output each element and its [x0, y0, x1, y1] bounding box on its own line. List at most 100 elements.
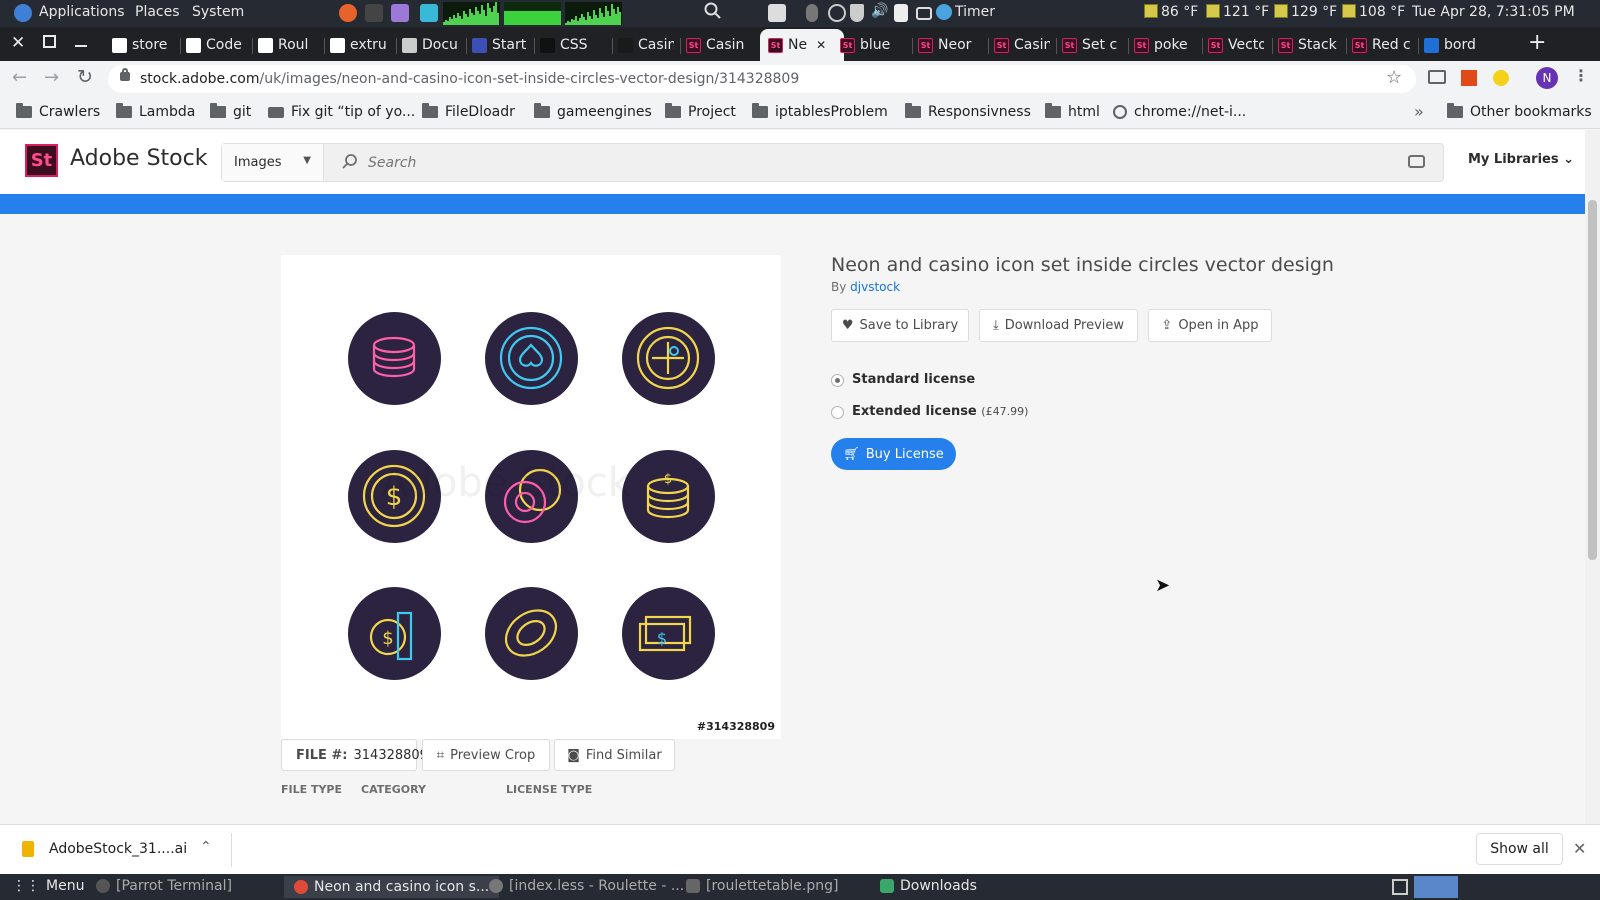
bookmark-item[interactable]: gameengines [534, 103, 652, 120]
download-item-name[interactable]: AdobeStock_31....ai [49, 841, 187, 857]
tab-2[interactable]: Code [186, 32, 246, 58]
save-to-library-button[interactable]: ♥ Save to Library [831, 309, 969, 342]
tab-12[interactable]: St Neor [918, 32, 980, 58]
camera-search-icon[interactable] [1408, 155, 1425, 168]
find-similar-button[interactable]: ◙ Find Similar [554, 739, 675, 771]
bookmark-item[interactable]: Responsivness [905, 103, 1031, 120]
bookmark-item[interactable]: Project [665, 103, 736, 120]
standard-license-radio[interactable] [831, 374, 844, 387]
clock[interactable]: Tue Apr 28, 7:31:05 PM [1412, 4, 1575, 20]
preview-crop-button[interactable]: ⌗ Preview Crop [422, 739, 550, 771]
minimize-window-icon[interactable] [75, 45, 87, 47]
timer-label[interactable]: Timer [955, 4, 995, 20]
parrot-logo-icon[interactable] [14, 4, 32, 22]
asset-preview[interactable]: $ $ $ $ Adobe Stock #314328809 [281, 255, 781, 739]
workspace-switcher[interactable] [1414, 876, 1458, 898]
new-tab-button[interactable]: + [1528, 30, 1546, 55]
tab-6[interactable]: Start [472, 32, 530, 58]
bookmark-item[interactable]: iptablesProblem [752, 103, 888, 120]
extension-red-icon[interactable] [1461, 70, 1477, 86]
asset-type-select[interactable]: Images ▼ [222, 144, 324, 181]
terminal-launcher-icon[interactable] [365, 4, 383, 22]
other-bookmarks[interactable]: Other bookmarks [1447, 103, 1592, 120]
search-icon[interactable] [704, 2, 722, 24]
menu-applications[interactable]: Applications [39, 4, 125, 20]
browser-menu-icon[interactable]: ⋮ [1573, 66, 1589, 85]
firefox-launcher-icon[interactable] [339, 4, 357, 22]
search-input[interactable] [368, 152, 1368, 174]
tab-16[interactable]: St Vecto [1208, 32, 1264, 58]
menu-system[interactable]: System [192, 4, 244, 20]
close-shelf-icon[interactable]: ✕ [1573, 839, 1586, 858]
editor-launcher-icon[interactable] [391, 4, 409, 22]
page-scrollbar[interactable] [1585, 130, 1600, 824]
chevron-up-icon[interactable]: ⌃ [200, 839, 212, 855]
address-bar[interactable]: stock.adobe.com/uk/images/neon-and-casin… [108, 65, 1416, 93]
bookmark-item[interactable]: git [210, 103, 251, 120]
taskbar-item-terminal[interactable]: [Parrot Terminal] [96, 878, 232, 894]
tab-10[interactable]: St Ne ✕ [760, 29, 844, 61]
reload-button[interactable]: ↻ [77, 66, 93, 88]
taskbar-item-downloads[interactable]: Downloads [880, 878, 977, 894]
bookmark-item[interactable]: html [1045, 103, 1100, 120]
tab-4[interactable]: extru [330, 32, 390, 58]
tab-18[interactable]: St Red c [1352, 32, 1410, 58]
tab-17[interactable]: St Stack [1278, 32, 1340, 58]
taskbar-menu[interactable]: ⋮⋮ Menu [12, 878, 84, 894]
tab-15[interactable]: St poke [1134, 32, 1194, 58]
tab-14[interactable]: St Set c [1062, 32, 1122, 58]
taskbar-item-editor[interactable]: [index.less - Roulette - ... [489, 878, 684, 894]
extension-yellow-icon[interactable] [1493, 70, 1509, 86]
tab-8[interactable]: Casin [618, 32, 674, 58]
extended-license-radio[interactable] [831, 406, 844, 419]
menu-places[interactable]: Places [135, 4, 180, 20]
taskbar-item-image[interactable]: [roulettetable.png] [686, 878, 838, 894]
profile-avatar[interactable]: N [1536, 67, 1558, 89]
clipboard-icon[interactable] [894, 4, 908, 22]
tab-5[interactable]: Docu [402, 32, 462, 58]
restore-window-icon[interactable] [43, 35, 56, 48]
night-mode-icon[interactable] [828, 4, 846, 22]
tab-1[interactable]: store [112, 32, 172, 58]
tab-9[interactable]: St Casin [686, 32, 746, 58]
scrollbar-thumb[interactable] [1588, 200, 1597, 560]
extended-license-label[interactable]: Extended license (£47.99) [852, 404, 1028, 419]
back-button[interactable]: ← [12, 67, 27, 88]
bluetooth-icon[interactable] [806, 4, 818, 22]
bookmark-item[interactable]: Crawlers [16, 103, 100, 120]
adobe-stock-logo[interactable]: St [25, 144, 58, 177]
bookmark-item[interactable]: chrome://net-i... [1113, 104, 1246, 120]
tab-19[interactable]: bord [1424, 32, 1486, 58]
timer-icon[interactable] [936, 4, 952, 20]
tab-7[interactable]: CSS [540, 32, 606, 58]
show-all-button[interactable]: Show all [1476, 833, 1563, 865]
brand-name[interactable]: Adobe Stock [70, 146, 207, 171]
tab-11[interactable]: St blue [840, 32, 902, 58]
forward-button[interactable]: → [44, 67, 59, 88]
bookmark-item[interactable]: Fix git “tip of yo... [268, 104, 415, 120]
url-text[interactable]: stock.adobe.com/uk/images/neon-and-casin… [140, 71, 799, 87]
bookmark-star-icon[interactable]: ☆ [1386, 67, 1402, 88]
standard-license-label[interactable]: Standard license [852, 372, 975, 387]
bookmark-item[interactable]: Lambda [116, 103, 195, 120]
author-link[interactable]: djvstock [850, 280, 900, 294]
promo-banner[interactable] [0, 194, 1585, 214]
volume-icon[interactable]: 🔊 [871, 3, 888, 19]
close-window-icon[interactable]: ✕ [11, 33, 25, 53]
files-launcher-icon[interactable] [420, 4, 438, 22]
display-icon[interactable] [916, 7, 932, 20]
close-tab-icon[interactable]: ✕ [816, 38, 826, 52]
open-in-app-button[interactable]: ⇪ Open in App [1148, 309, 1272, 342]
tab-3[interactable]: Roul [258, 32, 318, 58]
shield-icon[interactable] [850, 4, 864, 22]
bookmark-item[interactable]: FileDloadr [422, 103, 515, 120]
buy-license-button[interactable]: 🛒︎ Buy License [831, 438, 956, 470]
tab-13[interactable]: St Casin [994, 32, 1050, 58]
bookmarks-overflow-button[interactable]: » [1414, 102, 1424, 121]
cast-icon[interactable] [1428, 70, 1446, 84]
screenshot-tray-icon[interactable] [768, 4, 786, 22]
workspace-icon[interactable] [1392, 879, 1408, 895]
taskbar-item-chrome[interactable]: Neon and casino icon s... [284, 876, 500, 898]
download-preview-button[interactable]: ⤓ Download Preview [979, 309, 1138, 342]
my-libraries-menu[interactable]: My Libraries ⌄ [1468, 152, 1574, 167]
